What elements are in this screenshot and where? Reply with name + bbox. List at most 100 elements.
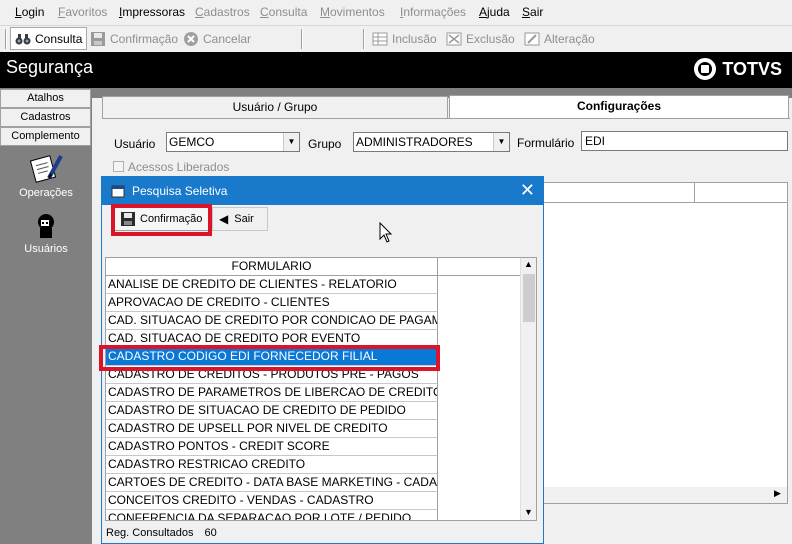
- save-disk-icon: [91, 31, 105, 46]
- scroll-right-icon[interactable]: ▶: [774, 488, 781, 499]
- exclusao-label: Exclusão: [466, 31, 515, 46]
- tab-configuracoes[interactable]: Configurações: [449, 95, 789, 119]
- list-item[interactable]: CADASTRO PONTOS - CREDIT SCORE: [106, 438, 438, 456]
- grid-header: [544, 183, 787, 203]
- grid-column-divider: [694, 183, 695, 203]
- menu-consulta[interactable]: Consulta: [260, 5, 307, 19]
- menu-informacoes[interactable]: Informações: [400, 5, 466, 19]
- background-grid: ▶: [543, 182, 788, 504]
- list-item[interactable]: CONCEITOS CREDITO - VENDAS - CADASTRO: [106, 492, 438, 510]
- chevron-down-icon[interactable]: ▼: [283, 133, 299, 151]
- list-item[interactable]: CONFERENCIA DA SEPARACAO POR LOTE / PEDI…: [106, 510, 438, 520]
- status-bar: Reg. Consultados 60: [106, 527, 217, 539]
- list-header: FORMULARIO: [106, 258, 520, 276]
- status-label: Reg. Consultados: [106, 527, 194, 539]
- table-delete-icon: [446, 32, 462, 45]
- scroll-thumb[interactable]: [523, 274, 535, 322]
- menu-sair[interactable]: Sair: [522, 5, 543, 19]
- alteracao-button[interactable]: Alteração: [524, 27, 595, 50]
- scroll-down-icon[interactable]: ▼: [524, 507, 533, 517]
- cancel-icon: [184, 31, 198, 46]
- inclusao-button[interactable]: Inclusão: [372, 27, 437, 50]
- list-item[interactable]: CADASTRO DE UPSELL POR NIVEL DE CREDITO: [106, 420, 438, 438]
- mouse-cursor-icon: [379, 222, 393, 243]
- confirmacao-button[interactable]: Confirmação: [90, 27, 178, 50]
- grid-hscrollbar[interactable]: [544, 487, 787, 503]
- table-add-icon: [372, 32, 388, 45]
- list-item[interactable]: CAD. SITUACAO DE CREDITO POR CONDICAO DE…: [106, 312, 438, 330]
- toolbar: Consulta Confirmação Cancelar ▼ Inclusão…: [0, 26, 792, 73]
- usuario-value: GEMCO: [169, 135, 215, 149]
- tab-usuario-grupo[interactable]: Usuário / Grupo: [102, 96, 448, 118]
- acessos-label: Acessos Liberados: [128, 160, 230, 174]
- menu-cadastros[interactable]: Cadastros: [195, 5, 250, 19]
- formulario-list[interactable]: FORMULARIO ANALISE DE CREDITO DE CLIENTE…: [105, 257, 537, 521]
- menu-bar: Login Favoritos Impressoras Cadastros Co…: [0, 0, 792, 26]
- sair-button[interactable]: ◀ Sair: [212, 207, 268, 231]
- shortcut-operacoes[interactable]: Operações: [0, 152, 92, 199]
- sidebar-tab-atalhos[interactable]: Atalhos: [0, 89, 91, 108]
- menu-favoritos[interactable]: Favoritos: [58, 5, 107, 19]
- formulario-field[interactable]: EDI: [581, 131, 788, 151]
- dialog-titlebar: Pesquisa Seletiva ✕: [102, 177, 543, 205]
- sair-label: Sair: [234, 213, 254, 225]
- confirm-highlight-box: [111, 204, 212, 236]
- grupo-value: ADMINISTRADORES: [356, 135, 473, 149]
- formulario-value: EDI: [585, 134, 606, 148]
- app-title: Segurança: [6, 57, 94, 77]
- toolbar-grip: [5, 29, 7, 49]
- window-icon: [111, 185, 125, 198]
- list-item[interactable]: APROVACAO DE CREDITO - CLIENTES: [106, 294, 438, 312]
- usuario-label: Usuário: [114, 137, 156, 151]
- exclusao-button[interactable]: Exclusão: [446, 27, 515, 50]
- grupo-label: Grupo: [308, 137, 342, 151]
- status-count: 60: [204, 527, 217, 539]
- list-item[interactable]: ANALISE DE CREDITO DE CLIENTES - RELATOR…: [106, 276, 438, 294]
- menu-impressoras[interactable]: Impressoras: [119, 5, 185, 19]
- app-header: Segurança TOTVS: [0, 52, 792, 88]
- totvs-logo-icon: [694, 58, 717, 80]
- list-item[interactable]: CADASTRO DE PARAMETROS DE LIBERCAO DE CR…: [106, 384, 438, 402]
- tab-divider: [102, 118, 790, 119]
- pesquisa-seletiva-dialog: Pesquisa Seletiva ✕ Confirmação ◀ Sair F…: [99, 176, 544, 544]
- list-item[interactable]: CARTOES DE CREDITO - DATA BASE MARKETING…: [106, 474, 438, 492]
- shortcut-usuarios[interactable]: Usuários: [0, 212, 92, 255]
- confirmacao-label: Confirmação: [110, 31, 179, 46]
- list-item[interactable]: CADASTRO DE SITUACAO DE CREDITO DE PEDID…: [106, 402, 438, 420]
- cancelar-button[interactable]: Cancelar: [183, 27, 251, 50]
- menu-movimentos[interactable]: Movimentos: [320, 5, 385, 19]
- notepad-pen-icon: [29, 155, 63, 183]
- list-item[interactable]: CADASTRO RESTRICAO CREDITO: [106, 456, 438, 474]
- sidebar: Atalhos Cadastros Complemento Operações …: [0, 88, 92, 544]
- user-silhouette-icon: [38, 214, 54, 238]
- totvs-logo: TOTVS: [694, 58, 782, 80]
- scroll-up-icon[interactable]: ▲: [524, 259, 533, 269]
- formulario-label: Formulário: [517, 136, 575, 150]
- totvs-logo-text: TOTVS: [722, 58, 782, 79]
- alteracao-label: Alteração: [544, 31, 595, 46]
- shortcut-usuarios-label: Usuários: [24, 243, 68, 255]
- binoculars-icon: [15, 33, 31, 44]
- list-vscrollbar[interactable]: ▲ ▼: [520, 258, 536, 520]
- consulta-button[interactable]: Consulta: [10, 27, 88, 50]
- column-header-formulario[interactable]: FORMULARIO: [106, 258, 438, 275]
- acessos-checkbox[interactable]: [113, 161, 124, 172]
- grupo-select[interactable]: ADMINISTRADORES ▼: [353, 132, 510, 152]
- consulta-label: Consulta: [35, 31, 83, 46]
- inclusao-label: Inclusão: [392, 31, 437, 46]
- sidebar-tab-complemento[interactable]: Complemento: [0, 127, 91, 146]
- close-icon[interactable]: ✕: [520, 180, 535, 201]
- shortcut-operacoes-label: Operações: [19, 187, 73, 199]
- selected-row-highlight-box: [99, 345, 440, 371]
- menu-login[interactable]: Login: [15, 5, 44, 19]
- menu-ajuda[interactable]: Ajuda: [479, 5, 510, 19]
- toolbar-separator: [363, 29, 365, 49]
- cancelar-label: Cancelar: [203, 31, 252, 46]
- usuario-select[interactable]: GEMCO ▼: [166, 132, 300, 152]
- table-edit-icon: [524, 32, 540, 45]
- dialog-title: Pesquisa Seletiva: [132, 184, 228, 198]
- sidebar-tab-cadastros[interactable]: Cadastros: [0, 108, 91, 127]
- chevron-down-icon[interactable]: ▼: [493, 133, 509, 151]
- arrow-left-icon: ◀: [219, 212, 229, 226]
- toolbar-separator: [301, 29, 303, 49]
